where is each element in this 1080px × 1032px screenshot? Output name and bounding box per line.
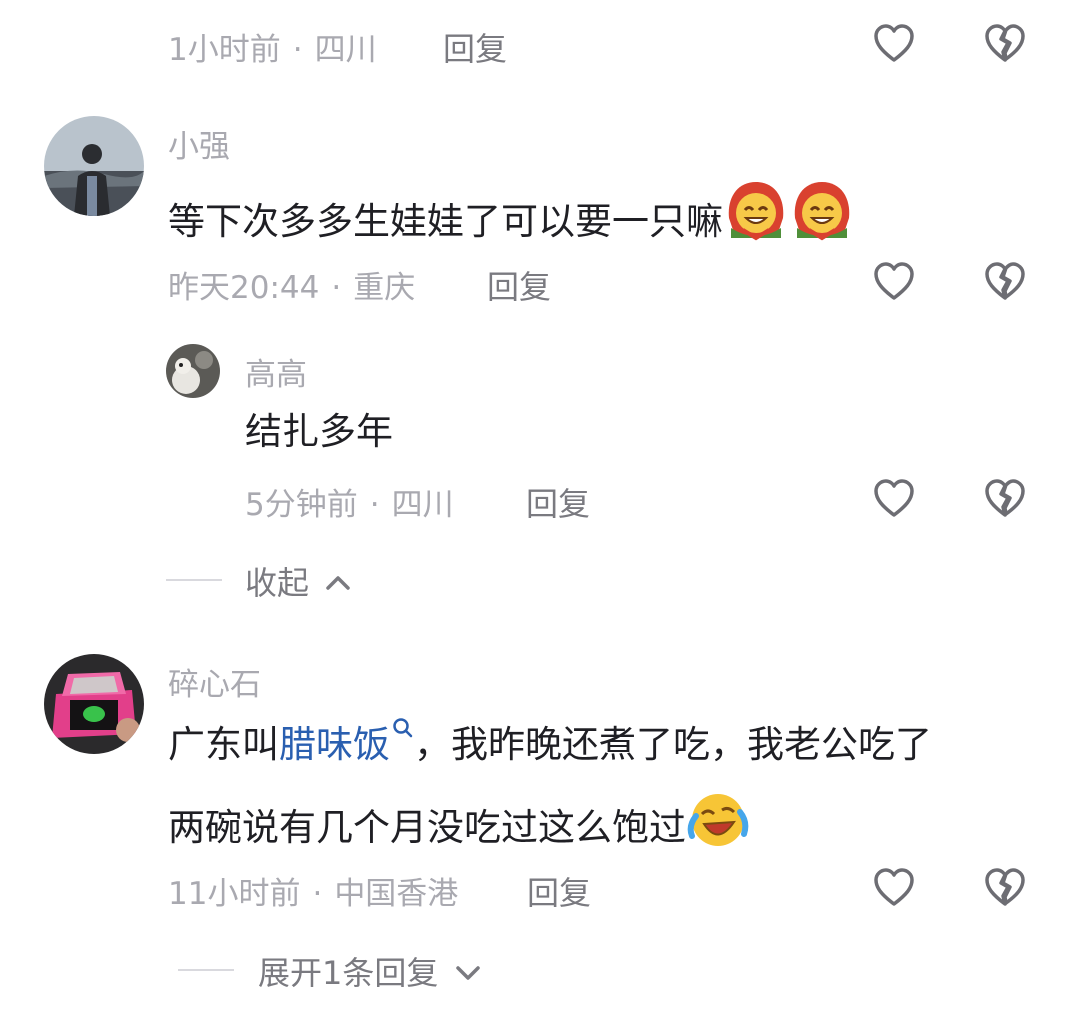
chevron-down-icon — [455, 966, 480, 980]
comment-text-line2: 两碗说有几个月没吃过这么饱过 — [168, 786, 750, 869]
comment-text: 等下次多多生娃娃了可以要一只嘛 — [168, 178, 855, 263]
search-icon[interactable] — [392, 717, 414, 739]
comment-username[interactable]: 碎心石 — [168, 659, 261, 704]
divider — [166, 579, 222, 581]
broken-heart-icon[interactable] — [983, 260, 1027, 304]
red-hood-grin-emoji — [789, 178, 855, 263]
broken-heart-icon[interactable] — [983, 22, 1027, 66]
comment-time: 11小时前 — [168, 876, 301, 912]
broken-heart-icon[interactable] — [983, 477, 1027, 521]
avatar[interactable] — [166, 344, 220, 398]
laugh-cry-emoji — [686, 786, 750, 869]
heart-outline-icon[interactable] — [872, 22, 916, 66]
comment-meta: 昨天20:44 · 重庆 — [168, 270, 416, 306]
reply-button[interactable]: 回复 — [487, 262, 551, 308]
red-hood-grin-emoji — [723, 178, 789, 263]
broken-heart-icon[interactable] — [983, 866, 1027, 910]
comment-time: 昨天20:44 — [168, 270, 320, 306]
heart-outline-icon[interactable] — [872, 260, 916, 304]
comment-location: 中国香港 — [334, 876, 459, 912]
reply-time: 5分钟前 — [245, 487, 358, 523]
expand-replies-button[interactable]: 展开1条回复 — [258, 948, 483, 994]
reply-button[interactable]: 回复 — [526, 479, 590, 525]
comment-time: 1小时前 — [168, 32, 281, 68]
divider — [178, 969, 234, 971]
reply-username[interactable]: 高高 — [245, 349, 307, 394]
collapse-replies-button[interactable]: 收起 — [245, 558, 353, 604]
reply-location: 四川 — [391, 487, 454, 523]
comment-username[interactable]: 小强 — [168, 121, 230, 166]
comment-meta: 1小时前 · 四川 — [168, 32, 377, 68]
comment-location: 四川 — [314, 32, 377, 68]
reply-button[interactable]: 回复 — [443, 24, 507, 70]
search-link[interactable]: 腊味饭 — [279, 723, 390, 766]
heart-outline-icon[interactable] — [872, 866, 916, 910]
avatar[interactable] — [44, 654, 144, 754]
reply-button[interactable]: 回复 — [527, 868, 591, 914]
chevron-up-icon — [326, 576, 350, 590]
comment-meta: 11小时前 · 中国香港 — [168, 876, 459, 912]
reply-meta: 5分钟前 · 四川 — [245, 487, 454, 523]
avatar[interactable] — [44, 116, 144, 216]
comment-text: 广东叫腊味饭 ，我昨晚还煮了吃，我老公吃了 — [168, 714, 932, 776]
heart-outline-icon[interactable] — [872, 477, 916, 521]
comment-location: 重庆 — [353, 270, 416, 306]
reply-text: 结扎多年 — [245, 410, 393, 453]
